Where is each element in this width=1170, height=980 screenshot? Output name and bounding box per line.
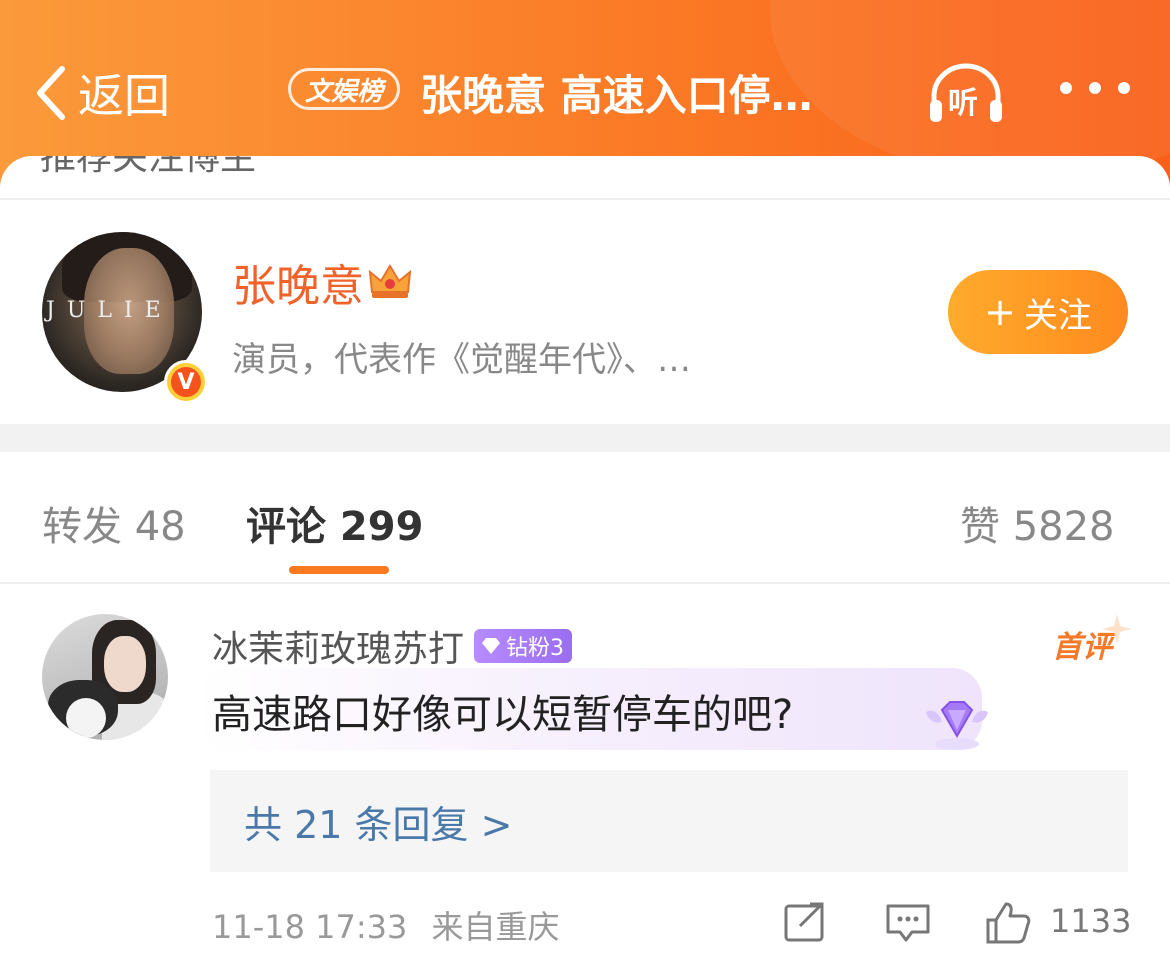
active-tab-indicator (289, 566, 389, 574)
avatar-text: JULIE (46, 298, 173, 323)
comment-location: 来自重庆 (431, 908, 560, 946)
avatar-cat-face (66, 698, 106, 738)
diamond-icon (482, 638, 501, 654)
more-icon (1118, 82, 1130, 94)
like-count: 1133 (1050, 902, 1132, 940)
like-icon[interactable] (984, 900, 1032, 944)
sparkle-icon (1102, 614, 1132, 644)
winged-diamond-icon (926, 701, 988, 750)
verified-mark: V (171, 367, 201, 397)
back-button[interactable]: 返回 (34, 54, 170, 132)
crown-icon (368, 264, 412, 298)
tab-reposts[interactable]: 转发 48 (42, 494, 186, 552)
headphones-icon (930, 63, 1002, 122)
author-name[interactable]: 张晚意 (232, 250, 412, 314)
share-icon[interactable] (782, 900, 830, 944)
view-replies-button[interactable]: 共 21 条回复 > (210, 770, 1128, 872)
nav-bar: 返回 文娱榜 张晚意 高速入口停… 听 (0, 48, 1170, 138)
follow-label: 关注 (1023, 295, 1092, 336)
more-icon (1089, 82, 1101, 94)
commenter-name[interactable]: 冰茉莉玫瑰苏打 钻粉3 (212, 620, 573, 672)
interaction-tabs: 转发 48 评论 299 赞 5828 (0, 452, 1170, 584)
replies-label: 共 21 条回复 > (244, 802, 513, 847)
comment-icon[interactable] (884, 900, 932, 944)
comment-time: 11-18 17:33 (212, 908, 408, 946)
comment-meta: 11-18 17:33 来自重庆 (212, 902, 560, 948)
verified-badge-icon: V (164, 360, 208, 404)
author-description: 演员，代表作《觉醒年代》、… (232, 340, 691, 380)
chevron-left-icon (37, 66, 65, 120)
more-icon (1060, 82, 1072, 94)
page-title: 张晚意 高速入口停… (420, 71, 813, 120)
section-heading-clipped: 推荐关注博主 (40, 156, 257, 178)
comment-item: 冰茉莉玫瑰苏打 钻粉3 首评 高速路口好像可以短暂停车的吧? 共 21 条回复 … (0, 584, 1170, 980)
fan-level-badge[interactable]: 钻粉3 (474, 629, 573, 663)
ranking-tag[interactable]: 文娱榜 (288, 68, 401, 110)
listen-label: 听 (948, 86, 978, 121)
author-name-text: 张晚意 (232, 261, 364, 312)
more-button[interactable] (1060, 76, 1130, 100)
back-label: 返回 (78, 69, 170, 123)
follow-button[interactable]: + 关注 (948, 270, 1128, 354)
tab-comments[interactable]: 评论 299 (246, 494, 423, 552)
listen-button[interactable]: 听 (926, 62, 1006, 124)
author-profile[interactable]: JULIE V 张晚意 演员，代表作《觉醒年代》、… + 关注 (0, 200, 1170, 422)
section-separator (0, 424, 1170, 452)
commenter-name-text: 冰茉莉玫瑰苏打 (212, 629, 465, 670)
plus-icon: + (984, 290, 1016, 334)
tab-likes[interactable]: 赞 5828 (960, 494, 1115, 552)
commenter-avatar[interactable] (42, 614, 168, 740)
comment-text[interactable]: 高速路口好像可以短暂停车的吧? (212, 682, 793, 740)
avatar-face (104, 636, 146, 692)
fan-badge-label: 钻粉3 (506, 636, 565, 661)
